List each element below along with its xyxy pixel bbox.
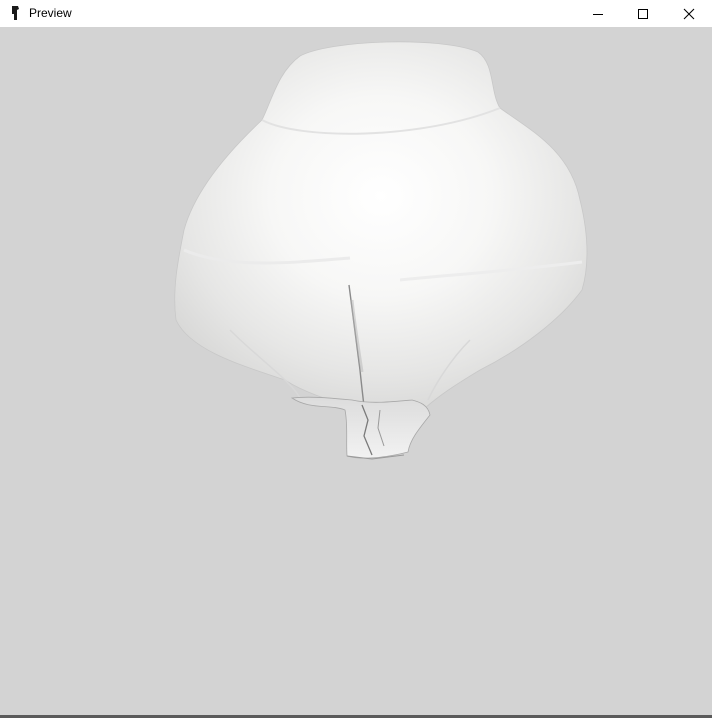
- maximize-icon: [638, 8, 648, 19]
- minimize-button[interactable]: [575, 0, 621, 27]
- close-button[interactable]: [666, 0, 712, 27]
- preview-window: Preview: [0, 0, 712, 718]
- app-figure-icon: [12, 6, 19, 20]
- cloth-body: [174, 41, 588, 410]
- close-icon: [683, 8, 695, 19]
- maximize-button[interactable]: [620, 0, 666, 27]
- cloth-knot: [290, 396, 431, 459]
- minimize-icon: [593, 13, 603, 15]
- window-title: Preview: [29, 6, 72, 20]
- cloth-model[interactable]: [0, 27, 712, 715]
- render-viewport[interactable]: [0, 27, 712, 715]
- title-bar[interactable]: Preview: [0, 0, 712, 27]
